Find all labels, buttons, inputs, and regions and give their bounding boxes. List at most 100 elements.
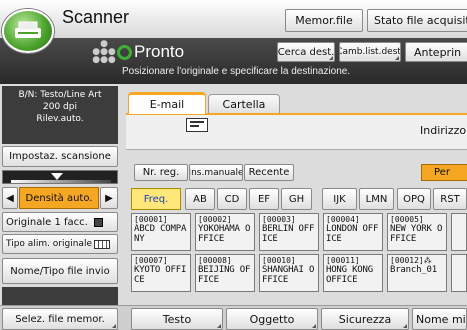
tab-folder-label: Cartella <box>222 98 266 111</box>
ready-icon <box>117 45 132 60</box>
entry-number: [00005] <box>390 215 424 224</box>
manual-input-label: Ins.manuale <box>189 167 243 178</box>
recent-button[interactable]: Recente <box>244 164 294 181</box>
index-tab-rst[interactable]: RST <box>433 188 467 210</box>
index-tab-label: IJK <box>333 193 346 205</box>
scanner-app-icon <box>2 9 54 53</box>
sender-name-label: Nome mitt <box>416 312 466 326</box>
search-dest-label: Cerca dest. <box>277 46 335 58</box>
density-indicator-icon <box>51 173 63 180</box>
destination-entry[interactable]: [00004] LONDON OFFICE <box>323 213 383 251</box>
preview-label: Anteprin <box>414 45 462 59</box>
destination-entry[interactable]: [00003] BERLIN OFFICE <box>259 213 319 251</box>
destination-entry[interactable]: [00002] YOKOHAMA OFFICE <box>195 213 255 251</box>
destination-entry[interactable]: [00011] HONG KONG OFFICE <box>323 254 383 292</box>
index-tab-opq[interactable]: OPQ <box>397 188 431 210</box>
entry-number: [00003] <box>262 215 296 224</box>
manual-input-button[interactable]: Ins.manuale <box>189 164 243 181</box>
entry-name: NEW YORK OFFICE <box>390 224 443 244</box>
address-book-icon <box>186 118 208 132</box>
destination-entry[interactable]: [00001] ABCD COMPANY <box>131 213 191 251</box>
original-type-label: Originale 1 facc. <box>6 216 88 228</box>
file-name-type-button[interactable]: Nome/Tipo file invio <box>2 258 118 284</box>
index-tab-ijk[interactable]: IJK <box>322 188 357 210</box>
change-dest-list-label: Camb.list.dest. <box>339 47 401 57</box>
entry-number: [00004] <box>326 215 360 224</box>
search-dest-button[interactable]: Cerca dest. <box>277 42 335 62</box>
sender-name-button[interactable]: Nome mitt <box>412 308 467 330</box>
index-tab-lmn[interactable]: LMN <box>359 188 394 210</box>
index-tab-label: RST <box>440 193 460 205</box>
reg-number-button[interactable]: Nr. reg. <box>134 164 188 181</box>
sidebar-blank-panel <box>2 287 118 305</box>
entry-name: Branch_01 <box>390 265 437 275</box>
destination-entry[interactable]: [00005] NEW YORK OFFICE <box>387 213 447 251</box>
status-title: Pronto <box>134 42 185 61</box>
entry-name: BEIJING OFFICE <box>198 265 251 285</box>
index-tab-ab[interactable]: AB <box>185 188 215 210</box>
density-increase-button[interactable]: ▶ <box>100 187 118 209</box>
index-tab-label: OPQ <box>403 193 425 205</box>
density-decrease-button[interactable]: ◀ <box>2 187 18 209</box>
recent-label: Recente <box>248 167 290 178</box>
original-type-button[interactable]: Originale 1 facc. <box>2 212 118 232</box>
destination-entry[interactable]: [00010] SHANGHAI OFFICE <box>259 254 319 292</box>
destination-entry[interactable]: [00008] BEIJING OFFICE <box>195 254 255 292</box>
entry-name: ABCD COMPANY <box>134 224 187 244</box>
index-tab-ef[interactable]: EF <box>249 188 279 210</box>
entry-number: [00002] <box>198 215 232 224</box>
per-button[interactable]: Per <box>421 164 467 181</box>
text-button[interactable]: Testo <box>131 308 223 330</box>
group-icon: ⁂ <box>423 256 432 265</box>
density-auto-button[interactable]: Densità auto. <box>19 187 99 209</box>
entry-number: [00010] <box>262 256 296 265</box>
destination-entry-partial[interactable] <box>451 213 467 251</box>
detection-text: Rilev.auto. <box>36 114 84 124</box>
entry-number: [00007] <box>134 256 168 265</box>
select-stored-file-button[interactable]: Selez. file memor. <box>2 308 118 330</box>
destination-entry-partial[interactable] <box>451 254 467 292</box>
change-dest-list-button[interactable]: Camb.list.dest. <box>339 42 401 62</box>
tab-email[interactable]: E-mail <box>128 92 206 114</box>
memory-file-button[interactable]: Memor.file <box>285 9 363 32</box>
destination-entry-group[interactable]: [00012]⁂ Branch_01 <box>387 254 447 292</box>
address-label: Indirizzo e <box>420 124 467 137</box>
submenu-marker-icon <box>217 324 221 328</box>
tab-email-label: E-mail <box>149 98 185 111</box>
feed-type-label: Tipo alim. originale <box>6 239 92 249</box>
file-name-type-label: Nome/Tipo file invio <box>10 265 110 277</box>
index-tab-freq[interactable]: Freq. <box>131 188 181 210</box>
density-scale <box>2 170 118 184</box>
index-tab-label: AB <box>193 193 207 205</box>
text-label: Testo <box>162 312 192 326</box>
tab-folder[interactable]: Cartella <box>208 94 280 114</box>
entry-number-row: [00012]⁂ <box>390 256 444 265</box>
index-tab-cd[interactable]: CD <box>217 188 247 210</box>
reg-number-label: Nr. reg. <box>142 167 180 178</box>
entry-name: LONDON OFFICE <box>326 224 379 244</box>
submenu-marker-icon <box>403 324 407 328</box>
status-subtitle: Posizionare l'originale e specificare la… <box>122 66 351 77</box>
entry-number: [00001] <box>134 215 168 224</box>
scan-settings-summary: B/N: Testo/Line Art 200 dpi Rilev.auto. <box>2 86 118 144</box>
file-status-button[interactable]: Stato file acquisit <box>367 9 467 32</box>
destination-entry[interactable]: [00007] KYOTO OFFICE <box>131 254 191 292</box>
app-title: Scanner <box>62 7 130 27</box>
destination-field <box>126 113 467 150</box>
security-button[interactable]: Sicurezza <box>321 308 409 330</box>
submenu-marker-icon <box>112 324 116 328</box>
preview-button[interactable]: Anteprin <box>405 42 467 62</box>
group-icon: ● ●●● ●●● <box>92 39 116 65</box>
scan-settings-button[interactable]: Impostaz. scansione <box>2 146 118 167</box>
index-tab-label: LMN <box>365 193 388 205</box>
entry-name: YOKOHAMA OFFICE <box>198 224 251 244</box>
security-label: Sicurezza <box>338 312 392 326</box>
subject-button[interactable]: Oggetto <box>226 308 318 330</box>
feed-type-button[interactable]: Tipo alim. originale <box>2 234 118 254</box>
feed-type-icon <box>93 239 110 249</box>
density-auto-label: Densità auto. <box>25 192 93 204</box>
entry-name: KYOTO OFFICE <box>134 265 187 285</box>
index-tab-gh[interactable]: GH <box>281 188 312 210</box>
memory-file-label: Memor.file <box>295 14 353 27</box>
entry-number: [00011] <box>326 256 360 265</box>
